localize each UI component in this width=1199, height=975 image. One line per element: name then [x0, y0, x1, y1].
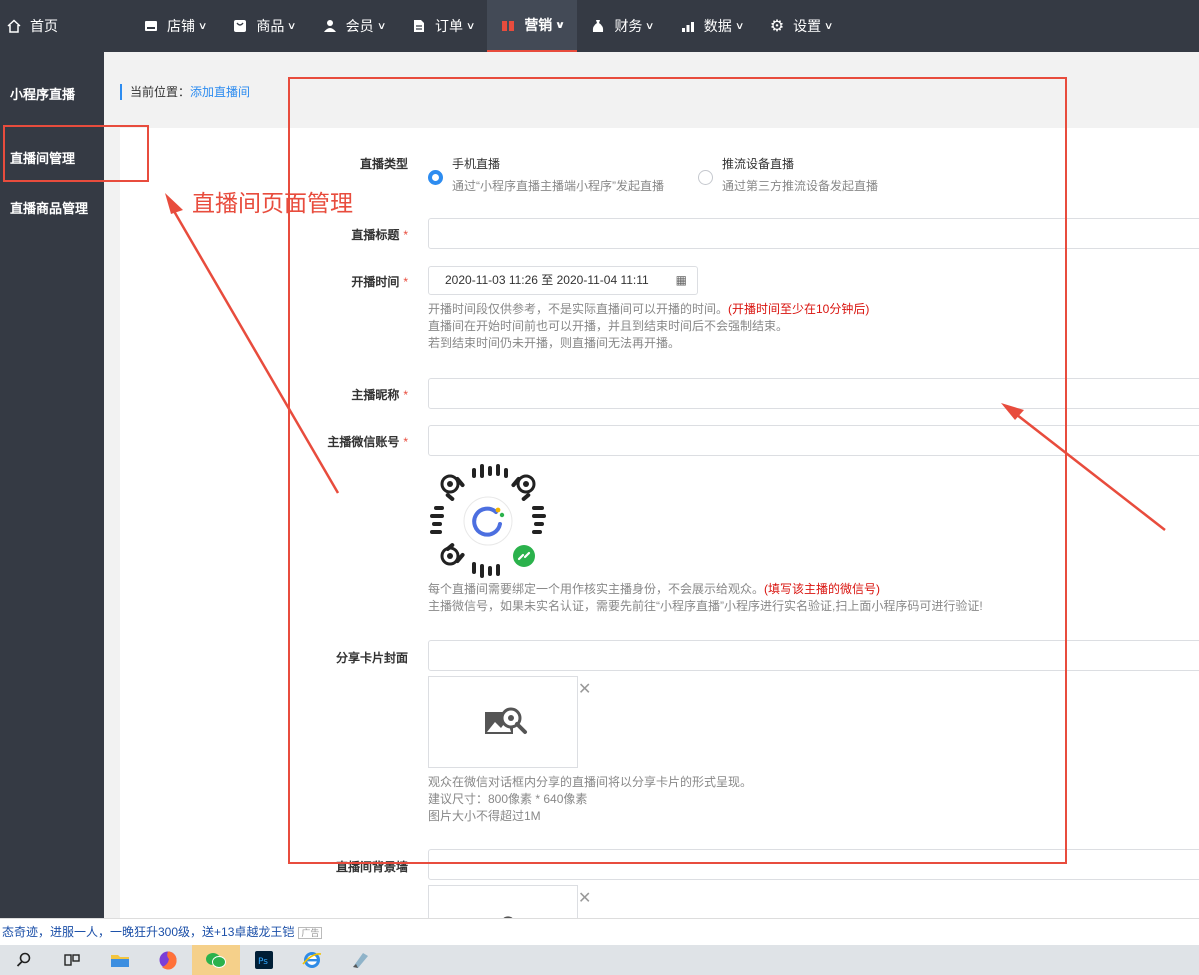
breadcrumb-current[interactable]: 添加直播间	[190, 85, 250, 99]
nav-store[interactable]: 店铺 ∨	[130, 0, 219, 52]
wechat-icon[interactable]	[192, 945, 240, 975]
nav-home[interactable]: 首页	[0, 0, 130, 52]
task-view-icon[interactable]	[48, 945, 96, 975]
photoshop-icon[interactable]: Ps	[240, 945, 288, 975]
app-shortcut-icon[interactable]	[336, 945, 384, 975]
nav-finance[interactable]: 财务 ∨	[577, 0, 666, 52]
firefox-icon[interactable]	[144, 945, 192, 975]
nav-marketing[interactable]: 营销 ∨	[487, 0, 578, 52]
order-icon	[411, 18, 427, 34]
nav-goods-label: 商品	[256, 18, 285, 34]
store-icon	[143, 18, 159, 34]
remove-background-close-icon[interactable]: ✕	[578, 888, 591, 908]
nav-settings[interactable]: ⚙ 设置 ∨	[756, 0, 845, 52]
background-wall-upload[interactable]	[428, 885, 578, 920]
nav-home-label: 首页	[30, 18, 58, 34]
file-explorer-icon[interactable]	[96, 945, 144, 975]
chevron-down-icon: ∨	[197, 20, 208, 32]
goods-icon	[232, 18, 248, 34]
nav-data[interactable]: 数据 ∨	[667, 0, 756, 52]
nav-finance-label: 财务	[614, 18, 643, 34]
taskbar: Ps	[0, 945, 1199, 975]
gear-icon: ⚙	[769, 18, 785, 35]
nav-goods[interactable]: 商品 ∨	[219, 0, 308, 52]
nav-order-label: 订单	[434, 18, 463, 34]
chevron-down-icon: ∨	[376, 20, 387, 32]
nav-order[interactable]: 订单 ∨	[398, 0, 487, 52]
chevron-down-icon: ∨	[823, 20, 834, 32]
chevron-down-icon: ∨	[287, 20, 297, 32]
ad-tag: 广告	[298, 927, 323, 939]
chevron-down-icon: ∨	[645, 20, 655, 32]
search-icon[interactable]	[0, 945, 48, 975]
chart-icon	[680, 18, 696, 34]
breadcrumb-prefix: 当前位置：	[130, 85, 191, 99]
nav-data-label: 数据	[703, 18, 732, 34]
breadcrumb: 当前位置：添加直播间	[120, 84, 250, 100]
nav-member[interactable]: 会员 ∨	[309, 0, 398, 52]
gift-icon	[500, 17, 516, 33]
chevron-down-icon: ∨	[555, 19, 566, 31]
chevron-down-icon: ∨	[734, 20, 745, 32]
news-ticker[interactable]: 态奇迹，进服一人，一晚狂升300级，送+13卓越龙王铠 广告	[0, 918, 1199, 945]
annotation-label: 直播间页面管理	[192, 190, 353, 216]
nav-store-label: 店铺	[167, 18, 195, 34]
money-bag-icon	[590, 18, 606, 34]
user-icon	[322, 18, 338, 34]
svg-text:Ps: Ps	[258, 957, 268, 967]
top-nav: 首页 店铺 ∨ 商品 ∨ 会员 ∨ 订单 ∨ 营销 ∨ 财务 ∨ 数据 ∨ ⚙ 设置 ∨	[0, 0, 1199, 52]
annotation-form-highlight-box	[288, 77, 1067, 864]
annotation-sidebar-highlight-box	[3, 125, 149, 182]
nav-marketing-label: 营销	[524, 17, 553, 33]
chevron-down-icon: ∨	[465, 20, 476, 32]
home-icon	[6, 18, 22, 34]
nav-member-label: 会员	[345, 18, 374, 34]
nav-settings-label: 设置	[793, 18, 822, 34]
sidebar-item-miniprogram-live[interactable]: 小程序直播	[10, 84, 75, 103]
news-ticker-text: 态奇迹，进服一人，一晚狂升300级，送+13卓越龙王铠	[2, 925, 295, 939]
sidebar-item-live-goods-management[interactable]: 直播商品管理	[10, 198, 88, 217]
internet-explorer-icon[interactable]	[288, 945, 336, 975]
